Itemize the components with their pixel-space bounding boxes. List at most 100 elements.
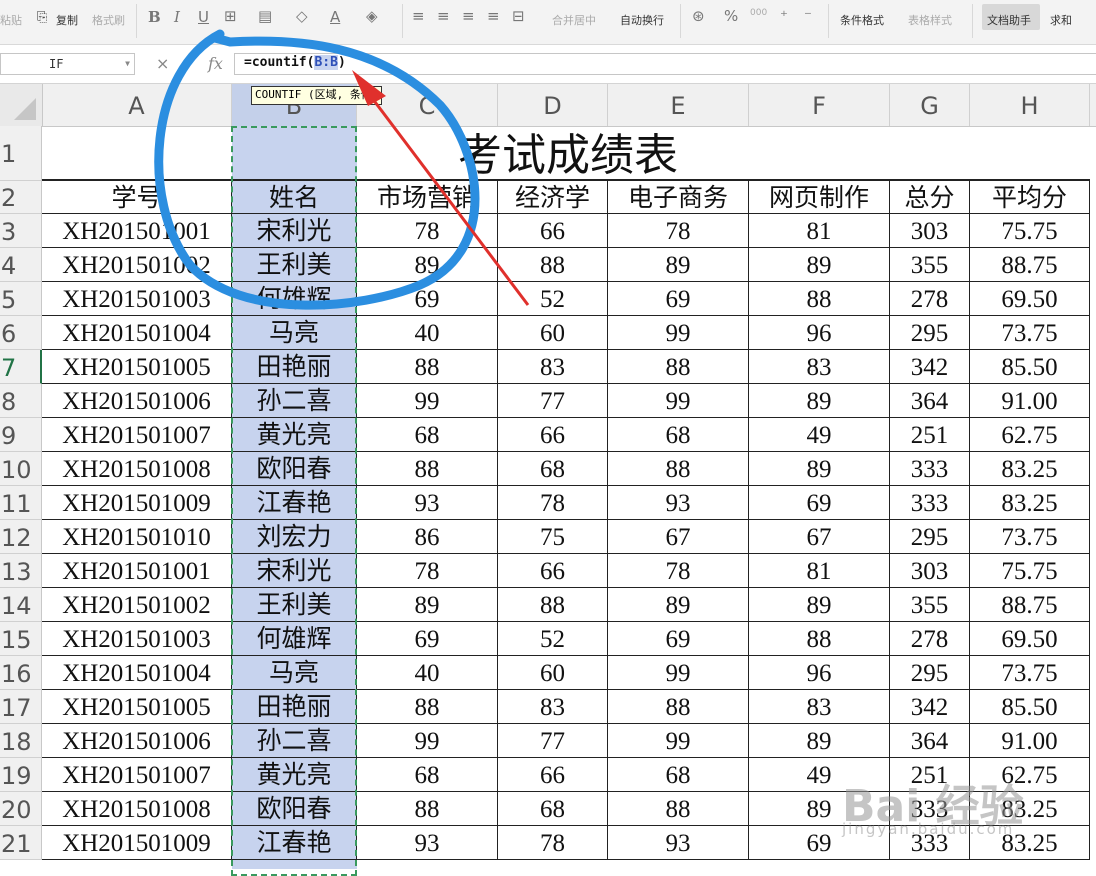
row-header-21[interactable]: 21: [0, 826, 42, 860]
align-left-icon[interactable]: ≡: [412, 7, 425, 25]
column-header-d[interactable]: D: [498, 84, 608, 126]
formula-input[interactable]: [234, 53, 1096, 75]
table-cell[interactable]: 欧阳春: [232, 452, 357, 486]
header-cell[interactable]: 电子商务: [608, 181, 749, 214]
table-cell[interactable]: 73.75: [970, 520, 1090, 554]
column-header-h[interactable]: H: [970, 84, 1090, 126]
table-cell[interactable]: 52: [498, 622, 608, 656]
table-cell[interactable]: 96: [749, 656, 890, 690]
table-cell[interactable]: 75.75: [970, 214, 1090, 248]
percent-button[interactable]: %: [724, 7, 738, 25]
table-cell[interactable]: 66: [498, 418, 608, 452]
table-cell[interactable]: 江春艳: [232, 826, 357, 860]
table-cell[interactable]: 66: [498, 758, 608, 792]
table-cell[interactable]: 78: [608, 214, 749, 248]
table-cell[interactable]: 96: [749, 316, 890, 350]
table-cell[interactable]: 88: [357, 452, 498, 486]
header-cell[interactable]: 经济学: [498, 181, 608, 214]
table-cell[interactable]: 何雄辉: [232, 622, 357, 656]
row-header-11[interactable]: 11: [0, 486, 42, 520]
table-cell[interactable]: 68: [608, 758, 749, 792]
table-cell[interactable]: 88: [608, 690, 749, 724]
table-cell[interactable]: 93: [357, 486, 498, 520]
row-header-1[interactable]: 1: [0, 126, 42, 181]
table-cell[interactable]: XH201501002: [42, 248, 232, 282]
align-center-icon[interactable]: ≡: [437, 7, 450, 25]
header-cell[interactable]: 网页制作: [749, 181, 890, 214]
copy-button[interactable]: 复制: [56, 12, 78, 28]
row-header-4[interactable]: 4: [0, 248, 42, 282]
table-cell[interactable]: 60: [498, 656, 608, 690]
table-cell[interactable]: XH201501001: [42, 554, 232, 588]
decrease-decimal-icon[interactable]: ⁻: [804, 7, 812, 25]
table-cell[interactable]: 马亮: [232, 656, 357, 690]
table-cell[interactable]: 89: [749, 452, 890, 486]
table-cell[interactable]: 83.25: [970, 452, 1090, 486]
sheet-title[interactable]: 考试成绩表: [358, 126, 778, 182]
table-cell[interactable]: 333: [890, 452, 970, 486]
table-cell[interactable]: XH201501007: [42, 758, 232, 792]
table-cell[interactable]: 66: [498, 554, 608, 588]
table-cell[interactable]: XH201501008: [42, 452, 232, 486]
merge-center-button[interactable]: 合并居中: [552, 12, 596, 28]
table-cell[interactable]: 86: [357, 520, 498, 554]
table-cell[interactable]: 364: [890, 724, 970, 758]
table-cell[interactable]: XH201501004: [42, 316, 232, 350]
table-cell[interactable]: 77: [498, 384, 608, 418]
border-icon[interactable]: ⊞: [224, 7, 237, 25]
table-cell[interactable]: 333: [890, 486, 970, 520]
table-cell[interactable]: 89: [608, 248, 749, 282]
table-cell[interactable]: 278: [890, 622, 970, 656]
row-header-8[interactable]: 8: [0, 384, 42, 418]
thousands-button[interactable]: 000: [750, 8, 767, 18]
table-cell[interactable]: 69: [357, 282, 498, 316]
table-cell[interactable]: 68: [357, 758, 498, 792]
table-cell[interactable]: XH201501002: [42, 588, 232, 622]
table-cell[interactable]: 88: [608, 792, 749, 826]
row-header-3[interactable]: 3: [0, 214, 42, 248]
table-cell[interactable]: 89: [749, 588, 890, 622]
table-cell[interactable]: 85.50: [970, 690, 1090, 724]
paste-button[interactable]: 粘贴: [0, 12, 22, 28]
table-cell[interactable]: 93: [357, 826, 498, 860]
table-cell[interactable]: 88: [357, 350, 498, 384]
row-header-7[interactable]: 7: [0, 350, 42, 384]
table-cell[interactable]: 孙二喜: [232, 384, 357, 418]
table-cell[interactable]: 69.50: [970, 282, 1090, 316]
table-cell[interactable]: 60: [498, 316, 608, 350]
table-cell[interactable]: 295: [890, 316, 970, 350]
table-cell[interactable]: XH201501006: [42, 384, 232, 418]
table-cell[interactable]: 黄光亮: [232, 758, 357, 792]
table-cell[interactable]: 77: [498, 724, 608, 758]
table-cell[interactable]: 99: [608, 724, 749, 758]
row-header-14[interactable]: 14: [0, 588, 42, 622]
name-box[interactable]: IF ▼: [0, 53, 135, 75]
table-cell[interactable]: 88: [749, 282, 890, 316]
table-cell[interactable]: 342: [890, 690, 970, 724]
table-cell[interactable]: 91.00: [970, 724, 1090, 758]
table-cell[interactable]: 67: [749, 520, 890, 554]
italic-icon[interactable]: I: [174, 8, 180, 26]
table-cell[interactable]: 303: [890, 554, 970, 588]
table-cell[interactable]: 68: [608, 418, 749, 452]
chevron-down-icon[interactable]: ▼: [125, 54, 130, 74]
table-cell[interactable]: 295: [890, 656, 970, 690]
table-cell[interactable]: XH201501008: [42, 792, 232, 826]
wrap-text-button[interactable]: 自动换行: [620, 12, 664, 28]
table-cell[interactable]: 91.00: [970, 384, 1090, 418]
table-cell[interactable]: 68: [498, 792, 608, 826]
row-header-19[interactable]: 19: [0, 758, 42, 792]
table-cell[interactable]: 99: [608, 316, 749, 350]
table-cell[interactable]: 宋利光: [232, 554, 357, 588]
table-cell[interactable]: XH201501007: [42, 418, 232, 452]
table-cell[interactable]: 81: [749, 214, 890, 248]
row-header-13[interactable]: 13: [0, 554, 42, 588]
table-cell[interactable]: 69.50: [970, 622, 1090, 656]
row-header-15[interactable]: 15: [0, 622, 42, 656]
table-cell[interactable]: 251: [890, 418, 970, 452]
fill-color-icon[interactable]: ▤: [258, 7, 272, 25]
row-header-12[interactable]: 12: [0, 520, 42, 554]
table-cell[interactable]: 黄光亮: [232, 418, 357, 452]
table-cell[interactable]: 75: [498, 520, 608, 554]
cancel-icon[interactable]: ×: [156, 54, 169, 73]
